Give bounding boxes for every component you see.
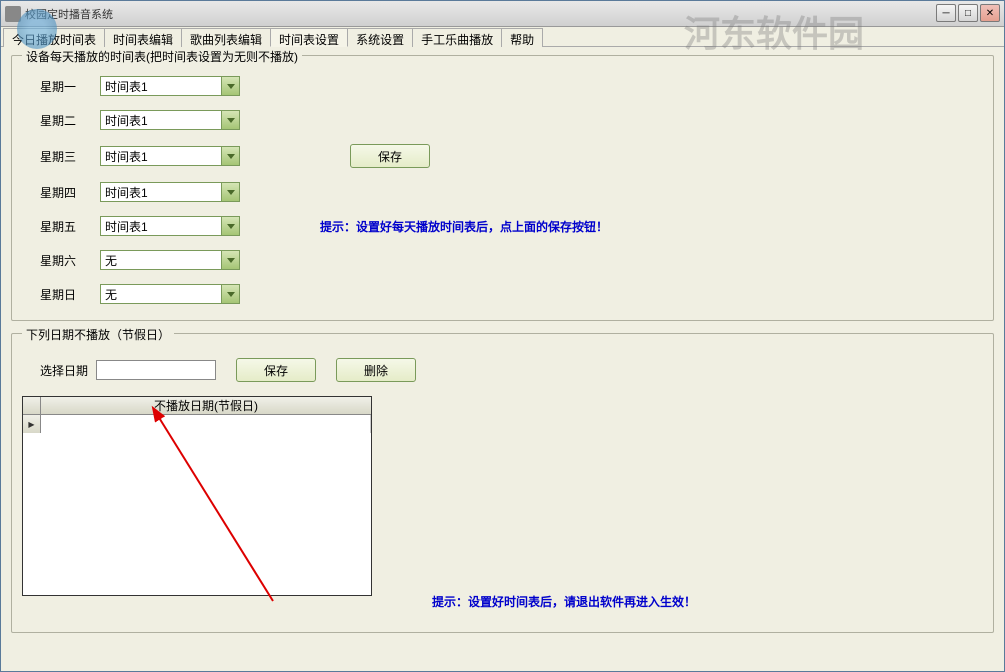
- close-button[interactable]: ✕: [980, 4, 1000, 22]
- daily-schedule-group: 设备每天播放的时间表(把时间表设置为无则不播放) 星期一 时间表1 星期二 时间…: [11, 55, 994, 321]
- friday-combo[interactable]: 时间表1: [100, 216, 240, 236]
- tab-song-list-edit[interactable]: 歌曲列表编辑: [181, 28, 271, 47]
- monday-combo[interactable]: 时间表1: [100, 76, 240, 96]
- saturday-label: 星期六: [40, 252, 100, 269]
- tab-today-schedule[interactable]: 今日播放时间表: [3, 28, 105, 47]
- main-window: 校园定时播音系统 ─ □ ✕ 今日播放时间表 时间表编辑 歌曲列表编辑 时间表设…: [0, 0, 1005, 672]
- wednesday-combo[interactable]: 时间表1: [100, 146, 240, 166]
- wednesday-label: 星期三: [40, 148, 100, 165]
- tab-bar: 今日播放时间表 时间表编辑 歌曲列表编辑 时间表设置 系统设置 手工乐曲播放 帮…: [1, 27, 1004, 47]
- select-date-label: 选择日期: [40, 362, 88, 379]
- dropdown-icon[interactable]: [221, 285, 239, 303]
- holiday-group: 下列日期不播放（节假日） 选择日期 保存 删除 不播放日期(节假日) 提示：设置…: [11, 333, 994, 633]
- monday-label: 星期一: [40, 78, 100, 95]
- minimize-button[interactable]: ─: [936, 4, 956, 22]
- grid-corner: [23, 397, 41, 415]
- dropdown-icon[interactable]: [221, 251, 239, 269]
- friday-label: 星期五: [40, 218, 100, 235]
- save-daily-button[interactable]: 保存: [350, 144, 430, 168]
- grid-row-indicator-icon: [23, 415, 41, 433]
- group2-title: 下列日期不播放（节假日）: [22, 326, 174, 343]
- tuesday-label: 星期二: [40, 112, 100, 129]
- sunday-combo[interactable]: 无: [100, 284, 240, 304]
- dropdown-icon[interactable]: [221, 183, 239, 201]
- tab-system-settings[interactable]: 系统设置: [347, 28, 413, 47]
- saturday-combo[interactable]: 无: [100, 250, 240, 270]
- delete-holiday-button[interactable]: 删除: [336, 358, 416, 382]
- titlebar: 校园定时播音系统 ─ □ ✕: [1, 1, 1004, 27]
- tab-help[interactable]: 帮助: [501, 28, 543, 47]
- dropdown-icon[interactable]: [221, 217, 239, 235]
- holiday-hint-text: 提示：设置好时间表后，请退出软件再进入生效！: [432, 593, 696, 610]
- holiday-grid[interactable]: 不播放日期(节假日): [22, 396, 372, 596]
- dropdown-icon[interactable]: [221, 111, 239, 129]
- group1-title: 设备每天播放的时间表(把时间表设置为无则不播放): [22, 48, 302, 65]
- tab-schedule-edit[interactable]: 时间表编辑: [104, 28, 182, 47]
- thursday-combo[interactable]: 时间表1: [100, 182, 240, 202]
- tab-schedule-settings[interactable]: 时间表设置: [270, 28, 348, 47]
- tuesday-combo[interactable]: 时间表1: [100, 110, 240, 130]
- grid-cell[interactable]: [41, 415, 371, 433]
- grid-column-header: 不播放日期(节假日): [41, 397, 371, 415]
- save-holiday-button[interactable]: 保存: [236, 358, 316, 382]
- dropdown-icon[interactable]: [221, 77, 239, 95]
- thursday-label: 星期四: [40, 184, 100, 201]
- window-title: 校园定时播音系统: [25, 6, 113, 22]
- date-input[interactable]: [96, 360, 216, 380]
- dropdown-icon[interactable]: [221, 147, 239, 165]
- app-icon: [5, 6, 21, 22]
- daily-hint-text: 提示：设置好每天播放时间表后，点上面的保存按钮！: [320, 218, 608, 235]
- sunday-label: 星期日: [40, 286, 100, 303]
- maximize-button[interactable]: □: [958, 4, 978, 22]
- tab-manual-music[interactable]: 手工乐曲播放: [412, 28, 502, 47]
